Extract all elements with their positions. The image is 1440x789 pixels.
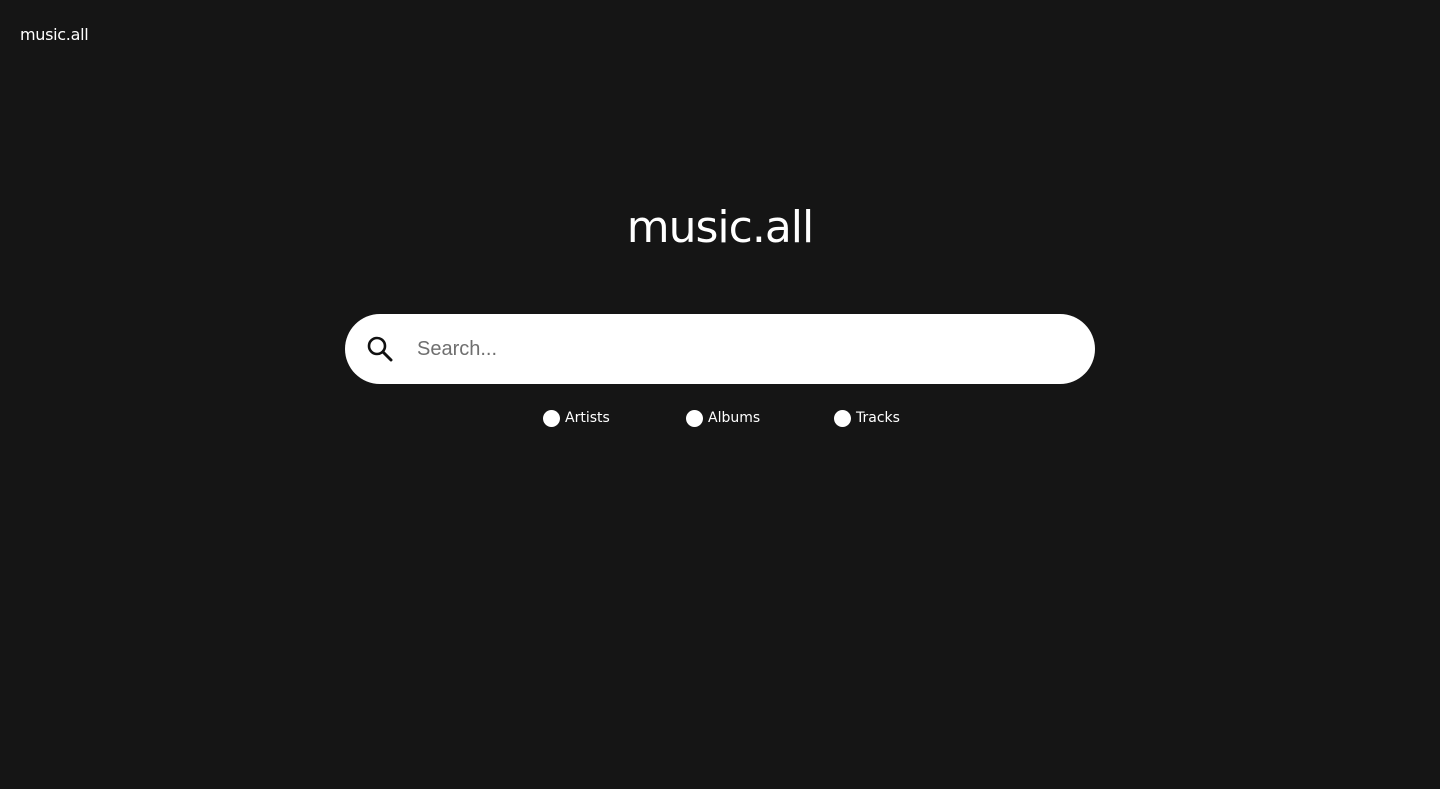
search-icon[interactable] [365, 334, 395, 364]
filter-label-albums: Albums [708, 410, 761, 426]
filter-artists[interactable]: Artists [543, 407, 610, 429]
radio-albums[interactable] [686, 409, 703, 427]
header-logo[interactable]: music.all [20, 25, 89, 44]
filter-tracks[interactable]: Tracks [834, 407, 900, 429]
filter-label-tracks: Tracks [856, 410, 900, 426]
filter-albums[interactable]: Albums [686, 407, 760, 429]
search-type-filters: Artists Albums Tracks [0, 407, 1440, 429]
radio-tracks[interactable] [834, 409, 851, 427]
filter-label-artists: Artists [565, 410, 610, 426]
page: music.all music.all Artists Albums Track… [0, 0, 1440, 789]
search-bar[interactable] [345, 314, 1095, 384]
radio-artists[interactable] [543, 409, 560, 427]
search-input[interactable] [417, 314, 1057, 384]
hero-logo: music.all [626, 202, 815, 253]
